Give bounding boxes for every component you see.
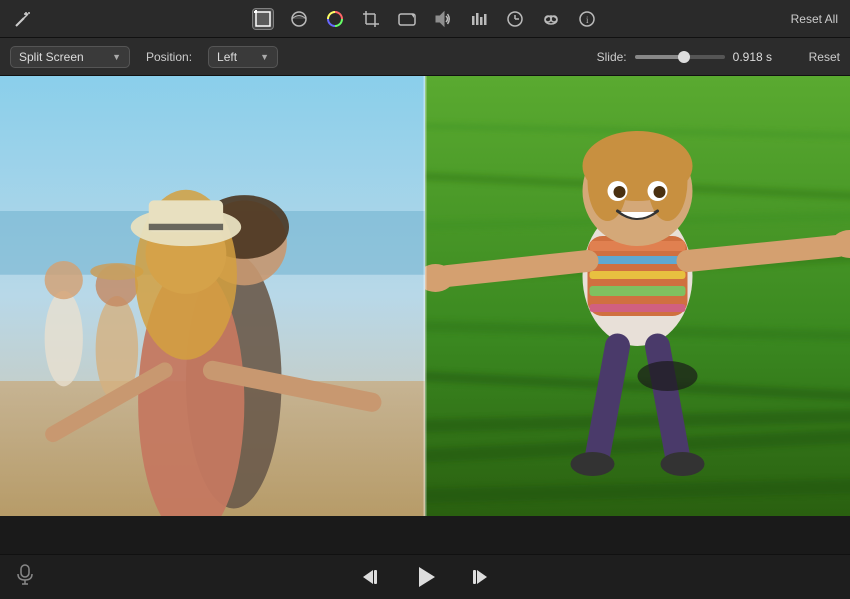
top-toolbar: i Reset All — [0, 0, 850, 38]
color-wheel-icon[interactable] — [324, 8, 346, 30]
slider-thumb[interactable] — [678, 51, 690, 63]
controls-bar: Split Screen ▼ Position: Left ▼ Slide: 0… — [0, 38, 850, 76]
slide-label: Slide: — [597, 50, 627, 64]
equalizer-icon[interactable] — [468, 8, 490, 30]
speed-icon[interactable] — [504, 8, 526, 30]
forward-button[interactable] — [466, 566, 488, 588]
crop-icon[interactable] — [360, 8, 382, 30]
toolbar-center: i — [252, 0, 598, 38]
beach-scene-svg — [0, 76, 425, 516]
slide-slider[interactable] — [635, 55, 725, 59]
preview-area — [0, 76, 850, 516]
left-video-panel — [0, 76, 425, 516]
split-divider — [424, 76, 427, 516]
effect-dropdown[interactable]: Split Screen ▼ — [10, 46, 130, 68]
right-video-panel — [425, 76, 850, 516]
slide-section: Slide: 0.918 s Reset — [597, 50, 840, 64]
toolbar-left — [12, 8, 34, 30]
microphone-button[interactable] — [16, 564, 34, 591]
rewind-button[interactable] — [362, 566, 384, 588]
chevron-down-icon: ▼ — [112, 52, 121, 62]
playback-bar — [0, 554, 850, 599]
overlay-icon[interactable] — [540, 8, 562, 30]
audio-icon[interactable] — [432, 8, 454, 30]
position-chevron-icon: ▼ — [260, 52, 269, 62]
play-button[interactable] — [412, 564, 438, 590]
camera-icon[interactable] — [396, 8, 418, 30]
position-dropdown[interactable]: Left ▼ — [208, 46, 278, 68]
transform-icon[interactable] — [252, 8, 274, 30]
reset-button[interactable]: Reset — [809, 50, 840, 64]
slide-value: 0.918 s — [733, 50, 793, 64]
svg-text:i: i — [586, 15, 589, 25]
reset-all-button[interactable]: Reset All — [791, 12, 838, 26]
grass-scene-svg — [425, 76, 850, 516]
position-label: Position: — [146, 50, 192, 64]
slider-fill — [635, 55, 685, 59]
magic-wand-icon[interactable] — [12, 8, 34, 30]
info-icon[interactable]: i — [576, 8, 598, 30]
crop-overlay-icon[interactable] — [288, 8, 310, 30]
